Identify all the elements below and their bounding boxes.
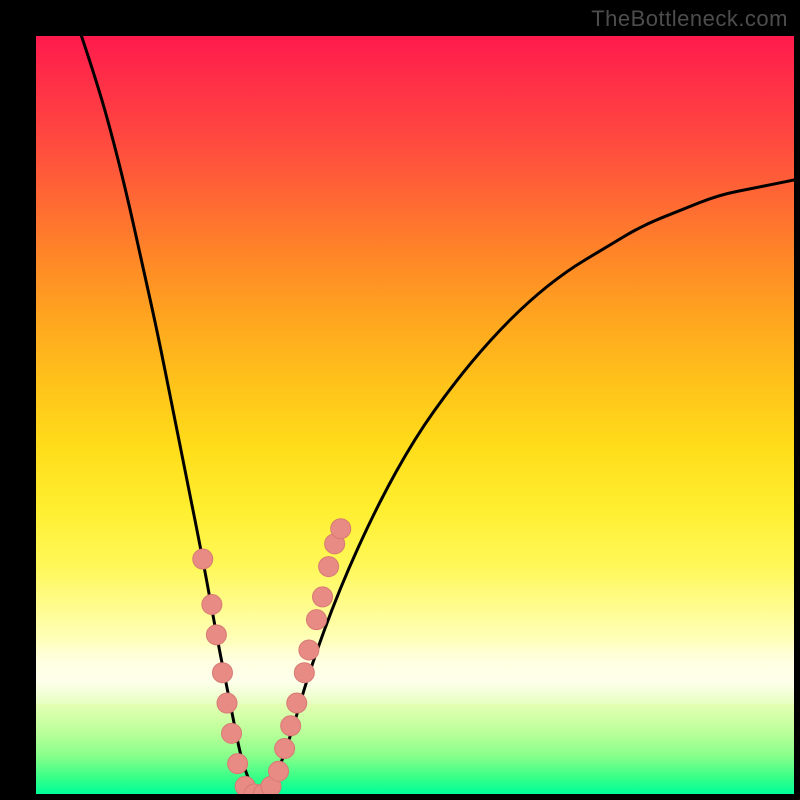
heat-gradient-background — [36, 36, 794, 794]
plot-area — [36, 36, 794, 794]
chart-frame: TheBottleneck.com — [0, 0, 800, 800]
attribution-text: TheBottleneck.com — [591, 6, 788, 32]
